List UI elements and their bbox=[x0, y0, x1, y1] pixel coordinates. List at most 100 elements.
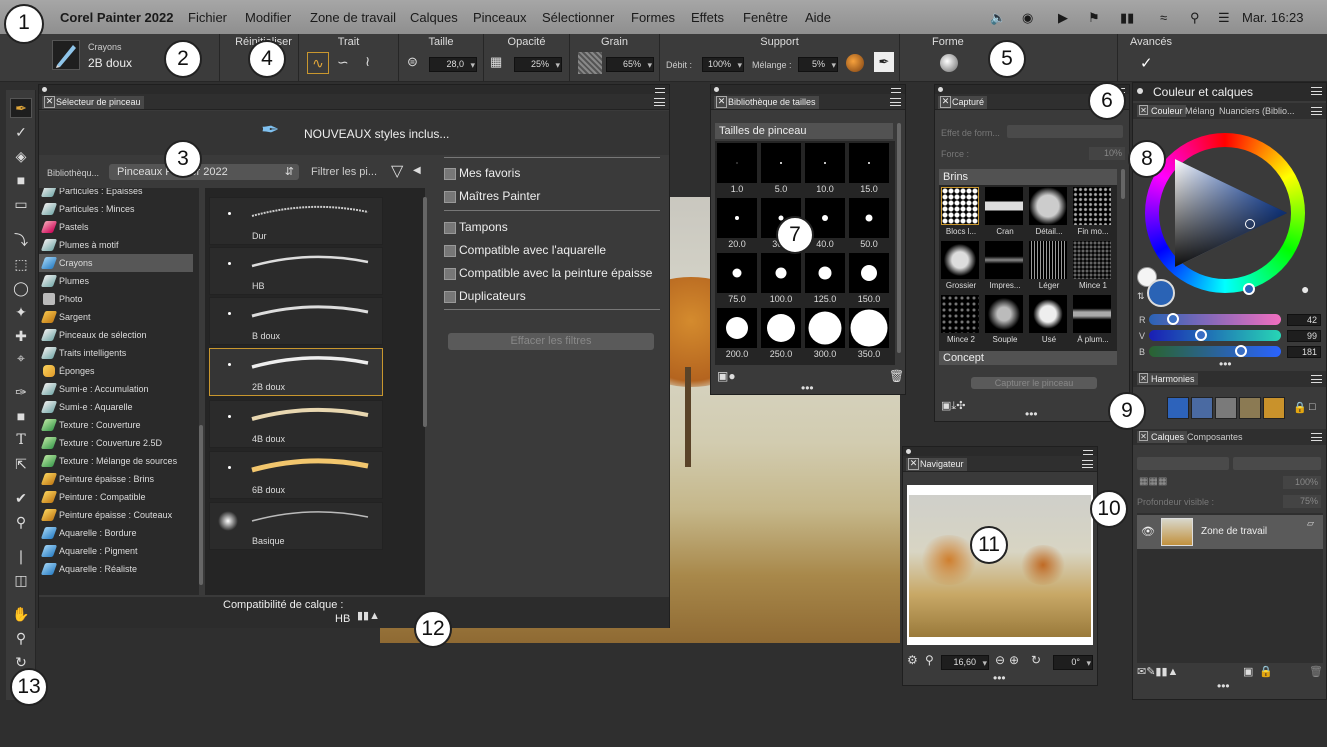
layer-lock-icons[interactable]: ▦▦▦ bbox=[1139, 476, 1167, 487]
library-dropdown[interactable]: Pinceaux Painter 2022 ⇵ bbox=[109, 164, 299, 180]
pen-tool-icon[interactable]: ✑ bbox=[10, 382, 32, 402]
blue-value-field[interactable]: 181 bbox=[1287, 346, 1321, 358]
add-harmony-icon[interactable]: □ bbox=[1309, 401, 1316, 413]
advanced-brush-icon[interactable]: ✓ bbox=[1140, 54, 1153, 72]
size-cell[interactable] bbox=[805, 253, 845, 293]
dab-cell[interactable] bbox=[1029, 241, 1067, 279]
size-cell[interactable] bbox=[717, 253, 757, 293]
list-item[interactable]: B doux bbox=[209, 297, 383, 345]
list-item[interactable]: Plumes bbox=[39, 272, 193, 290]
magic-wand-tool-icon[interactable]: ✦ bbox=[10, 302, 32, 322]
dab-cell[interactable] bbox=[1029, 187, 1067, 225]
layer-mask-icon[interactable]: ▣ bbox=[1243, 665, 1253, 678]
more-dots[interactable]: ••• bbox=[993, 671, 1006, 685]
clear-filters-button[interactable]: Effacer les filtres bbox=[448, 333, 654, 350]
size-cell[interactable] bbox=[761, 253, 801, 293]
dab-cell[interactable] bbox=[985, 295, 1023, 333]
straight-line-stroke-icon[interactable]: ∽ bbox=[337, 54, 349, 71]
variant-scrollbar[interactable] bbox=[423, 197, 427, 427]
control-center-icon[interactable]: ☰ bbox=[1218, 10, 1230, 26]
freehand-stroke-icon[interactable]: ∿ bbox=[307, 52, 329, 74]
list-item[interactable]: Particules : Minces bbox=[39, 200, 193, 218]
mix-color-icon[interactable] bbox=[846, 54, 864, 72]
search-icon[interactable]: ⚲ bbox=[1190, 10, 1200, 26]
zoom-field[interactable]: 16,60 bbox=[941, 655, 989, 670]
dab-cell[interactable] bbox=[1029, 295, 1067, 333]
list-item[interactable]: Aquarelle : Bordure bbox=[39, 524, 193, 542]
list-item[interactable]: Sumi-e : Accumulation bbox=[39, 380, 193, 398]
dab-scrollbar[interactable] bbox=[1121, 169, 1125, 199]
layer-row[interactable]: 👁 Zone de travail ▱ bbox=[1137, 515, 1323, 549]
navigator-settings-icon[interactable]: ⚙ bbox=[907, 653, 918, 667]
layer-actions-icons[interactable]: ✉✎▮▮▲ bbox=[1137, 665, 1178, 678]
main-color-swatch[interactable] bbox=[1147, 279, 1175, 307]
transform-tool-icon[interactable]: ✚ bbox=[10, 326, 32, 346]
app-name[interactable]: Corel Painter 2022 bbox=[60, 10, 173, 25]
list-item[interactable]: Texture : Couverture bbox=[39, 416, 193, 434]
red-slider[interactable] bbox=[1149, 313, 1281, 325]
perspective-guides-tool-icon[interactable]: ◫ bbox=[10, 570, 32, 590]
filter-favorites[interactable]: Mes favoris bbox=[444, 166, 520, 180]
size-field[interactable]: 28,0 bbox=[429, 57, 477, 72]
brush-variant-label[interactable]: 2B doux bbox=[88, 56, 132, 70]
shape-icon[interactable] bbox=[940, 54, 958, 72]
size-cell[interactable] bbox=[805, 143, 845, 183]
dab-cell[interactable] bbox=[1073, 295, 1111, 333]
layer-opacity-field[interactable]: 100% bbox=[1283, 476, 1321, 489]
menu-fenetre[interactable]: Fenêtre bbox=[743, 10, 788, 25]
panel-menu-icon[interactable] bbox=[1082, 460, 1093, 468]
panel-dot-icon[interactable] bbox=[1137, 88, 1143, 94]
list-item[interactable]: Sumi-e : Aquarelle bbox=[39, 398, 193, 416]
panel-menu-icon[interactable] bbox=[1311, 433, 1322, 441]
color-picker-icon[interactable]: ● bbox=[1301, 281, 1309, 297]
list-item[interactable]: Aquarelle : Pigment bbox=[39, 542, 193, 560]
layer-lock-icon[interactable]: 🔒 bbox=[1259, 665, 1273, 678]
panel-grip[interactable] bbox=[39, 85, 669, 94]
dab-cell[interactable] bbox=[985, 241, 1023, 279]
filter-painter-masters[interactable]: Maîtres Painter bbox=[444, 189, 540, 203]
panel-grip[interactable] bbox=[903, 447, 1097, 456]
size-cell[interactable] bbox=[717, 198, 757, 238]
size-cell[interactable] bbox=[849, 143, 889, 183]
grain-field[interactable]: 65% bbox=[606, 57, 654, 72]
corel-status-icon[interactable]: ◉ bbox=[1022, 10, 1033, 26]
capture-brush-button[interactable]: Capturer le pinceau bbox=[971, 377, 1097, 389]
harmony-swatch[interactable] bbox=[1167, 397, 1189, 419]
visibility-eye-icon[interactable]: 👁 bbox=[1141, 525, 1155, 538]
wifi-icon[interactable]: ≈ bbox=[1160, 10, 1167, 25]
volume-icon[interactable]: 🔈 bbox=[990, 10, 1006, 26]
menu-aide[interactable]: Aide bbox=[805, 10, 831, 25]
paint-bucket-tool-icon[interactable]: ◈ bbox=[10, 146, 32, 166]
more-dots[interactable]: ••• bbox=[1219, 357, 1232, 371]
rect-selection-tool-icon[interactable]: ⬚ bbox=[10, 254, 32, 274]
filter-stamps[interactable]: Tampons bbox=[444, 220, 508, 234]
opacity-field[interactable]: 25% bbox=[514, 57, 562, 72]
green-slider[interactable] bbox=[1149, 329, 1281, 341]
menu-selectionner[interactable]: Sélectionner bbox=[542, 10, 614, 25]
text-tool-icon[interactable]: T bbox=[10, 430, 32, 450]
navigator-preview[interactable] bbox=[907, 485, 1093, 645]
filter-watercolor[interactable]: Compatible avec l'aquarelle bbox=[444, 243, 606, 257]
size-cell[interactable] bbox=[849, 198, 889, 238]
hue-marker[interactable] bbox=[1243, 283, 1255, 295]
magnifier-tool-icon[interactable]: ⚲ bbox=[10, 628, 32, 648]
layer-adjuster-tool-icon[interactable]: ⤵ bbox=[10, 230, 32, 250]
new-styles-banner[interactable]: ✒ NOUVEAUX styles inclus... bbox=[39, 111, 669, 155]
more-dots[interactable]: ••• bbox=[1025, 407, 1038, 421]
rotate-icon[interactable]: ↻ bbox=[1031, 653, 1041, 667]
force-field[interactable]: 10% bbox=[1089, 147, 1125, 160]
delete-layer-icon[interactable]: 🗑 bbox=[1309, 665, 1323, 678]
list-item[interactable]: HB bbox=[209, 247, 383, 295]
tab-swatches[interactable]: Nuanciers (Biblio... bbox=[1219, 106, 1295, 116]
list-item[interactable]: Pinceaux de sélection bbox=[39, 326, 193, 344]
filter-funnel-icon[interactable]: ▽ bbox=[391, 161, 403, 181]
list-item[interactable]: 2B doux bbox=[209, 348, 383, 396]
list-item[interactable]: Peinture : Compatible bbox=[39, 488, 193, 506]
cloner-tool-icon[interactable]: ✔ bbox=[10, 488, 32, 508]
menu-fichier[interactable]: Fichier bbox=[188, 10, 227, 25]
list-item[interactable]: Éponges bbox=[39, 362, 193, 380]
rotation-field[interactable]: 0° bbox=[1053, 655, 1093, 670]
list-item[interactable]: Plumes à motif bbox=[39, 236, 193, 254]
zoom-out-icon[interactable]: ⊖ bbox=[995, 653, 1005, 667]
swap-colors-icon[interactable]: ⇅ bbox=[1137, 291, 1145, 302]
